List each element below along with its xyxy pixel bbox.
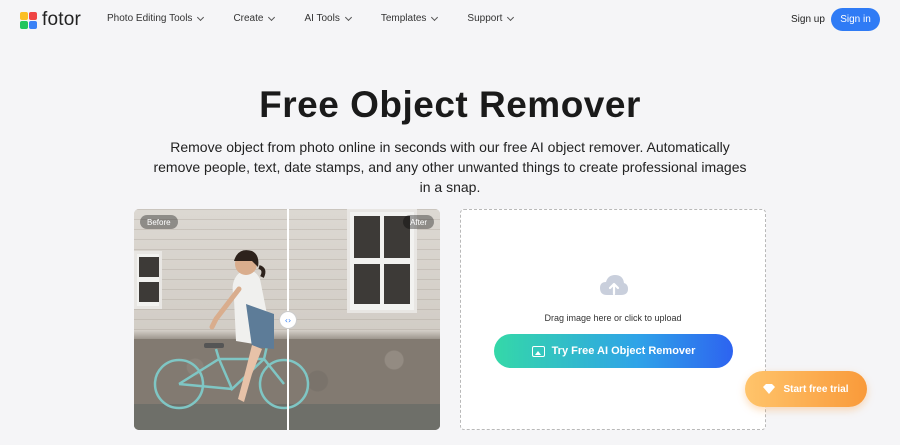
try-object-remover-button[interactable]: Try Free AI Object Remover — [494, 334, 733, 368]
arrows-left-right-icon[interactable]: ‹› — [279, 311, 297, 329]
image-icon — [531, 345, 545, 357]
menu-support[interactable]: Support — [467, 13, 515, 24]
menu-templates[interactable]: Templates — [380, 13, 439, 24]
chevron-down-icon — [197, 13, 205, 21]
before-after-preview[interactable]: ‹› Before After — [134, 209, 440, 430]
chevron-down-icon — [344, 13, 352, 21]
logo-text: fotor — [42, 9, 82, 30]
start-free-trial-button[interactable]: Start free trial — [745, 371, 867, 407]
fotor-logo-icon — [20, 11, 37, 29]
after-badge: After — [403, 215, 434, 229]
chevron-down-icon — [431, 13, 439, 21]
top-nav: fotor Photo Editing Tools Create AI Tool… — [0, 0, 900, 40]
menu-label: Photo Editing Tools — [107, 13, 193, 24]
upload-instruction: Drag image here or click to upload — [544, 313, 682, 323]
page-title: Free Object Remover — [259, 84, 641, 125]
menu-ai-tools[interactable]: AI Tools — [304, 13, 352, 24]
menu-label: Create — [233, 13, 264, 24]
menu-create[interactable]: Create — [233, 13, 276, 24]
menu-label: Templates — [380, 13, 427, 24]
chevron-down-icon — [507, 13, 515, 21]
before-badge: Before — [140, 215, 178, 229]
cloud-upload-icon — [600, 275, 628, 296]
main-menu: Photo Editing Tools Create AI Tools Temp… — [107, 13, 515, 24]
diamond-icon — [763, 384, 776, 394]
try-button-label: Try Free AI Object Remover — [551, 345, 696, 357]
menu-photo-editing-tools[interactable]: Photo Editing Tools — [107, 13, 205, 24]
page-subtitle: Remove object from photo online in secon… — [153, 139, 747, 195]
chevron-down-icon — [268, 13, 276, 21]
menu-label: Support — [467, 13, 503, 24]
trial-button-label: Start free trial — [783, 383, 849, 395]
sign-in-button[interactable]: Sign in — [831, 8, 880, 31]
fotor-logo[interactable]: fotor — [20, 9, 81, 31]
menu-label: AI Tools — [304, 13, 340, 24]
sign-up-link[interactable]: Sign up — [791, 14, 825, 25]
upload-dropzone[interactable]: Drag image here or click to upload Try F… — [460, 209, 766, 430]
